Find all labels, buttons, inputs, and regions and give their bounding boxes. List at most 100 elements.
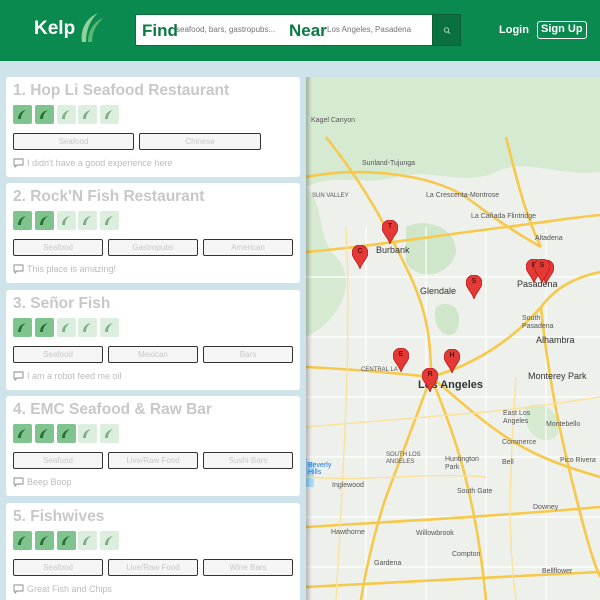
category-tag[interactable]: Gastropubs xyxy=(108,239,198,256)
kelp-rating-icon xyxy=(34,531,54,550)
app-logo[interactable]: Kelp xyxy=(34,18,75,40)
map-label: SOUTH LOS ANGELES xyxy=(386,452,421,465)
map-label: Willowbrook xyxy=(416,530,454,537)
kelp-rating-icon xyxy=(56,318,76,337)
review-snippet: I am a robot feed me oil xyxy=(13,371,122,381)
rating-stars xyxy=(13,105,122,124)
kelp-rating-icon xyxy=(13,424,32,443)
login-link[interactable]: Login xyxy=(499,24,529,36)
marker-letter: S xyxy=(539,262,545,269)
map-label: East Los Angeles xyxy=(503,410,531,425)
category-tags: Seafood Chinese xyxy=(13,133,266,150)
marker-letter: H xyxy=(449,352,455,359)
map-label: South Gate xyxy=(457,488,493,495)
near-input[interactable] xyxy=(327,25,427,34)
comment-icon xyxy=(13,477,24,487)
marker-letter: R xyxy=(427,371,433,378)
category-tag[interactable]: Live/Raw Food xyxy=(108,559,198,576)
category-tag[interactable]: Seafood xyxy=(13,133,134,150)
kelp-rating-icon xyxy=(100,424,120,443)
map-marker[interactable]: E xyxy=(392,347,410,374)
category-tag[interactable]: Sushi Bars xyxy=(203,452,293,469)
kelp-rating-icon xyxy=(34,424,54,443)
search-bar: Find Near xyxy=(135,14,461,46)
comment-icon xyxy=(13,264,24,274)
search-icon xyxy=(443,27,451,34)
kelp-rating-icon xyxy=(56,105,76,124)
result-title[interactable]: 2. Rock'N Fish Restaurant xyxy=(13,188,204,206)
result-card[interactable]: 1. Hop Li Seafood Restaurant Seafood Chine… xyxy=(6,77,300,177)
results-map[interactable]: Kagel Canyon Sunland-Tujunga La Crescent… xyxy=(306,77,600,600)
map-marker[interactable]: S xyxy=(533,258,551,285)
map-marker[interactable]: R xyxy=(421,367,439,394)
rating-stars xyxy=(13,211,122,230)
comment-icon xyxy=(13,584,24,594)
marker-letter: S xyxy=(471,278,477,285)
map-label: Monterey Park xyxy=(528,371,587,381)
map-label: Bellflower xyxy=(542,568,573,575)
review-snippet: Beep Boop xyxy=(13,477,72,487)
map-label: Altadena xyxy=(535,235,563,242)
map-marker[interactable]: C xyxy=(351,244,369,271)
kelp-rating-icon xyxy=(100,211,120,230)
map-label: La Cañada Flintridge xyxy=(471,213,536,220)
review-text: This place is amazing! xyxy=(27,264,117,274)
category-tag[interactable]: Mexican xyxy=(108,346,198,363)
kelp-rating-icon xyxy=(78,211,98,230)
map-label: Pico Rivera xyxy=(560,457,596,464)
result-card[interactable]: 2. Rock'N Fish Restaurant Seafood Gastropu… xyxy=(6,183,300,283)
category-tag[interactable]: Seafood xyxy=(13,346,103,363)
map-label: Glendale xyxy=(420,286,457,296)
review-text: Beep Boop xyxy=(27,477,72,487)
result-title[interactable]: 1. Hop Li Seafood Restaurant xyxy=(13,82,229,100)
find-input[interactable] xyxy=(176,25,286,34)
result-card[interactable]: 4. EMC Seafood & Raw Bar Seafood Live/Raw … xyxy=(6,396,300,496)
category-tag[interactable]: American xyxy=(203,239,293,256)
kelp-rating-icon xyxy=(13,105,32,124)
kelp-rating-icon xyxy=(34,318,54,337)
map-marker[interactable]: S xyxy=(465,274,483,301)
marker-letter: E xyxy=(398,351,404,358)
category-tag[interactable]: Seafood xyxy=(13,559,103,576)
map-marker[interactable]: H xyxy=(443,348,461,375)
kelp-rating-icon xyxy=(100,531,120,550)
category-tag[interactable]: Seafood xyxy=(13,239,103,256)
result-title[interactable]: 5. Fishwives xyxy=(13,508,104,526)
signup-button[interactable]: Sign Up xyxy=(537,21,587,39)
review-snippet: Great Fish and Chips xyxy=(13,584,112,594)
map-label: Hawthorne xyxy=(331,529,365,536)
result-card[interactable]: 3. Señor Fish Seafood Mexican Bars I am a ro… xyxy=(6,290,300,390)
kelp-rating-icon xyxy=(34,105,54,124)
kelp-rating-icon xyxy=(13,318,32,337)
map-label: Compton xyxy=(452,551,481,558)
category-tag[interactable]: Seafood xyxy=(13,452,103,469)
kelp-rating-icon xyxy=(13,211,32,230)
rating-stars xyxy=(13,531,122,550)
review-text: Great Fish and Chips xyxy=(27,584,113,594)
map-label: SUN VALLEY xyxy=(312,193,349,199)
review-text: I am a robot feed me oil xyxy=(27,371,122,381)
result-title[interactable]: 4. EMC Seafood & Raw Bar xyxy=(13,401,212,419)
map-label: Montebello xyxy=(546,421,581,428)
review-text: I didn't have a good experience here xyxy=(27,158,173,168)
kelp-rating-icon xyxy=(78,318,98,337)
search-button[interactable] xyxy=(432,14,461,46)
map-label: Kagel Canyon xyxy=(311,117,355,124)
kelp-rating-icon xyxy=(78,531,98,550)
category-tag[interactable]: Bars xyxy=(203,346,293,363)
comment-icon xyxy=(13,158,24,168)
result-title[interactable]: 3. Señor Fish xyxy=(13,295,110,313)
category-tag[interactable]: Wine Bars xyxy=(203,559,293,576)
map-marker[interactable]: T xyxy=(381,219,399,246)
kelp-rating-icon xyxy=(56,424,76,443)
category-tags: Seafood Live/Raw Food Wine Bars xyxy=(13,559,298,576)
map-label: La Crescenta-Montrose xyxy=(426,192,500,199)
category-tag[interactable]: Chinese xyxy=(139,133,261,150)
top-navbar: Kelp Find Near Login Sign Up xyxy=(0,0,600,61)
map-label: Burbank xyxy=(376,245,410,255)
kelp-leaf-icon xyxy=(81,13,103,42)
map-label: Downey xyxy=(533,504,559,511)
result-card[interactable]: 5. Fishwives Seafood Live/Raw Food Wine Bar… xyxy=(6,503,300,600)
map-label: Inglewood xyxy=(332,482,364,489)
category-tag[interactable]: Live/Raw Food xyxy=(108,452,198,469)
